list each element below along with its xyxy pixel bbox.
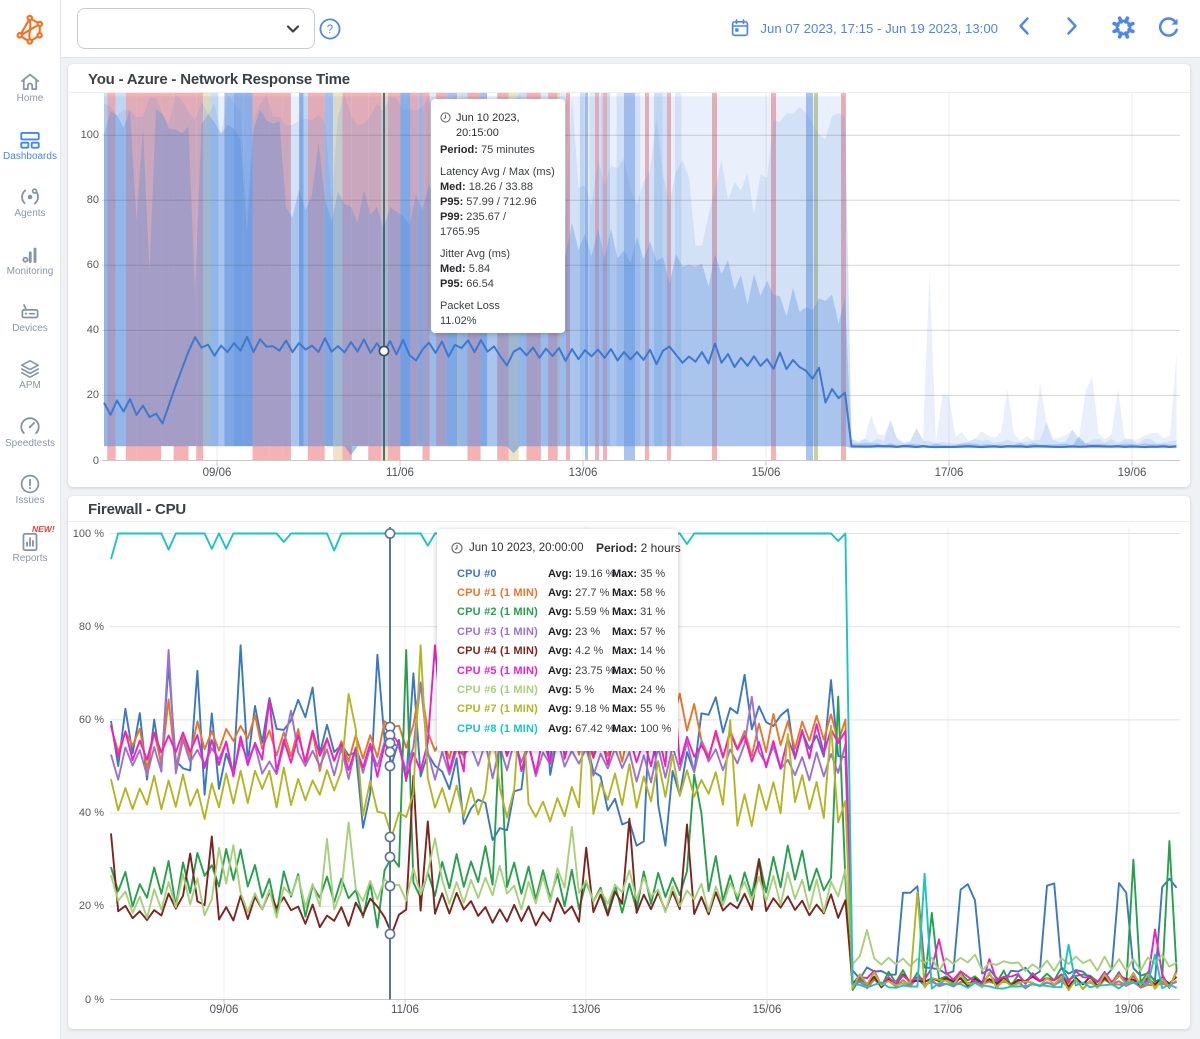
svg-text:?: ?: [327, 24, 333, 36]
